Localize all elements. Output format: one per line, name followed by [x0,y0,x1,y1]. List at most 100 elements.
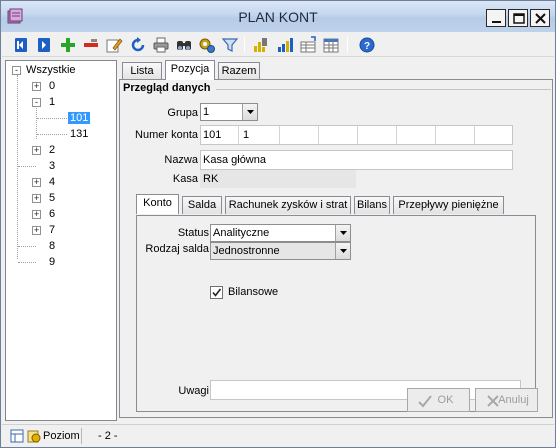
pozycja-panel: Przegląd danych Grupa 1 Numer konta 101 … [119,79,553,418]
expand-toggle[interactable]: + [32,226,41,235]
rodzaj-salda-value: Jednostronne [213,245,280,257]
tree-line [17,75,18,259]
status-label: Status [177,227,209,239]
account-tree: - Wszystkie + 0 - 1 101 131 + 2 3 + 4 + … [5,60,117,421]
grupa-select[interactable]: 1 [200,103,258,121]
tree-view-icon[interactable] [10,429,24,446]
numer-segment-5[interactable] [357,126,362,144]
add-record-icon[interactable] [59,36,77,54]
tree-node-2[interactable]: + 2 [32,143,55,158]
filter-icon[interactable] [221,36,239,54]
tree-node-131[interactable]: 131 [70,127,88,142]
expand-toggle[interactable]: + [32,146,41,155]
numer-segment-3[interactable] [279,126,284,144]
chevron-down-icon[interactable] [242,104,257,120]
collapse-toggle[interactable]: - [12,66,21,75]
chevron-down-icon[interactable] [335,225,350,241]
tree-node-label: 131 [70,128,89,140]
nazwa-field[interactable]: Kasa główna [200,150,513,170]
refresh-icon[interactable] [129,36,147,54]
tree-node-101[interactable]: 101 [68,111,91,126]
close-icon [487,395,499,407]
tree-node-7[interactable]: + 7 [32,223,55,238]
uwagi-label: Uwagi [178,385,209,397]
chevron-down-icon[interactable] [335,243,350,259]
tab-razem[interactable]: Razem [218,62,260,80]
previous-record-icon[interactable] [35,36,53,54]
tree-node-root[interactable]: - Wszystkie [12,63,76,78]
kasa-label: Kasa [172,173,198,185]
expand-toggle[interactable]: + [32,178,41,187]
report-icon[interactable] [252,36,270,54]
close-button[interactable] [530,9,550,27]
expand-toggle[interactable]: + [32,210,41,219]
tree-node-6[interactable]: + 6 [32,207,55,222]
nazwa-label: Nazwa [164,154,198,166]
tree-line [18,262,36,263]
subtab-salda[interactable]: Salda [182,196,222,214]
grupa-label: Grupa [167,107,198,119]
delete-record-icon[interactable] [82,36,100,54]
toolbar-separator [244,37,245,53]
tab-lista[interactable]: Lista [122,62,162,80]
tree-line [37,134,67,135]
poziom-value: - 2 - [98,430,118,442]
title-bar: PLAN KONT [1,1,555,32]
rodzaj-salda-select[interactable]: Jednostronne [210,242,351,260]
numer-segment-2[interactable]: 1 [238,126,249,144]
tree-node-5[interactable]: + 5 [32,191,55,206]
tree-node-label: 3 [49,160,56,172]
cancel-button[interactable]: Anuluj [475,388,538,412]
maximize-button[interactable] [508,9,528,27]
ok-button[interactable]: OK [407,388,470,412]
section-divider [216,89,551,90]
konto-panel: Status Analityczne Rodzaj salda Jednostr… [136,215,536,412]
tree-node-3[interactable]: 3 [49,159,55,174]
tree-node-label: 4 [49,176,56,188]
numer-segment-8[interactable] [474,126,479,144]
expand-toggle[interactable]: + [32,82,41,91]
kasa-field: RK [200,170,356,188]
subtab-konto[interactable]: Konto [136,194,179,214]
tree-node-0[interactable]: + 0 [32,79,55,94]
table-grid-icon[interactable] [322,36,340,54]
svg-text:?: ? [364,41,370,52]
expand-toggle[interactable]: + [32,194,41,203]
subtab-bilans[interactable]: Bilans [354,196,390,214]
tree-node-9[interactable]: 9 [49,255,55,270]
tree-node-1[interactable]: - 1 [32,95,55,110]
tree-node-label: 8 [49,240,56,252]
tree-node-label: 0 [49,80,56,92]
subtab-przeplywy-pieniezne[interactable]: Przepływy pieniężne [393,196,504,214]
collapse-toggle[interactable]: - [32,98,41,107]
status-divider [81,428,82,444]
numer-konta-field[interactable]: 101 1 [200,125,513,145]
find-icon[interactable] [175,36,193,54]
tree-node-8[interactable]: 8 [49,239,55,254]
toolbar-separator [347,37,348,53]
level-icon [27,429,41,446]
status-select[interactable]: Analityczne [210,224,351,242]
cancel-label: Anuluj [498,394,529,406]
first-record-icon[interactable] [12,36,30,54]
minimize-button[interactable] [486,9,506,27]
print-icon[interactable] [152,36,170,54]
tree-node-label: 101 [68,112,91,124]
check-icon [418,395,432,408]
subtab-rachunek-zyskow-i-strat[interactable]: Rachunek zysków i strat [225,196,351,214]
numer-segment-1: 101 [203,129,222,141]
tree-line [18,246,36,247]
tree-node-4[interactable]: + 4 [32,175,55,190]
tab-pozycja[interactable]: Pozycja [165,60,215,80]
numer-segment-4[interactable] [318,126,323,144]
chart-icon[interactable] [276,36,294,54]
numer-segment-6[interactable] [396,126,401,144]
numer-segment-7[interactable] [435,126,440,144]
edit-record-icon[interactable] [105,36,123,54]
nazwa-value: Kasa główna [203,154,266,166]
settings-icon[interactable] [198,36,216,54]
bilansowe-checkbox[interactable] [210,286,223,299]
help-icon[interactable]: ? [358,36,376,54]
table-icon[interactable] [299,36,317,54]
status-bar: Poziom - 2 - [2,424,554,447]
